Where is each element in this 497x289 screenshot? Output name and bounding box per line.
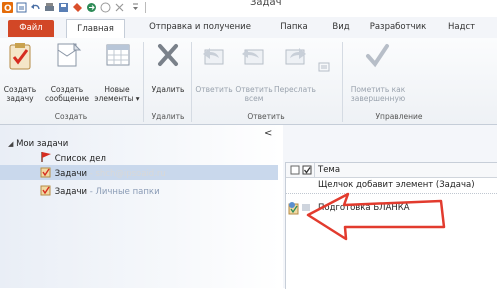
tab-home[interactable]: Главная bbox=[66, 19, 125, 39]
send-receive-icon[interactable] bbox=[16, 2, 27, 13]
more-icon bbox=[318, 62, 330, 72]
create-task-label-2: задачу bbox=[6, 94, 34, 103]
tab-file[interactable]: Файл bbox=[8, 20, 54, 37]
delete-x-icon bbox=[158, 44, 178, 66]
new-items-button[interactable]: Новые элементы ▾ bbox=[92, 42, 142, 112]
tab-view[interactable]: Вид bbox=[328, 17, 354, 37]
new-task-hint[interactable]: Щелчок добавит элемент (Задача) bbox=[318, 180, 475, 190]
mark-complete-label-1: Пометить как bbox=[350, 85, 406, 94]
reply-icon bbox=[203, 48, 224, 65]
nav-item-tasks-account-suffix: - shch@ipsoaid.ru bbox=[89, 169, 166, 179]
nav-item-todo-label: Список дел bbox=[54, 154, 106, 164]
window-title: Задач bbox=[250, 0, 282, 8]
new-items-icon bbox=[106, 44, 130, 66]
new-items-label-2: элементы ▾ bbox=[94, 94, 140, 103]
checkmark-icon bbox=[366, 44, 389, 68]
nav-item-tasks-account[interactable]: Задачи - shch@ipsoaid.ru bbox=[40, 166, 166, 180]
forward-button[interactable]: Переслать bbox=[274, 42, 316, 112]
nav-root-label: Мои задачи bbox=[16, 139, 69, 149]
customize-qat-icon[interactable] bbox=[130, 2, 141, 13]
group-separator bbox=[342, 42, 343, 122]
new-items-label-1: Новые bbox=[104, 85, 130, 94]
tab-send-receive[interactable]: Отправка и получение bbox=[140, 17, 260, 37]
group-label-create: Создать bbox=[54, 112, 88, 121]
print-icon[interactable] bbox=[44, 2, 55, 13]
reply-all-label-1: Ответить bbox=[235, 85, 273, 94]
reply-button[interactable]: Ответить bbox=[194, 42, 234, 112]
quick-access-toolbar: O Задач bbox=[0, 0, 497, 16]
create-message-label-1: Создать bbox=[50, 85, 84, 94]
forward-icon bbox=[285, 48, 306, 65]
task-folder-icon bbox=[40, 167, 51, 178]
flag-icon bbox=[41, 152, 51, 162]
task-item-icon bbox=[288, 202, 299, 215]
nav-item-tasks-account-label: Задачи bbox=[54, 169, 87, 179]
collapse-nav-button[interactable]: < bbox=[264, 128, 272, 139]
close-icon[interactable] bbox=[114, 2, 125, 13]
create-task-button[interactable]: Создать задачу bbox=[0, 42, 40, 112]
grid-header: Тема bbox=[286, 163, 497, 178]
mark-complete-label-2: завершенную bbox=[350, 94, 406, 103]
group-label-manage: Управление bbox=[375, 112, 423, 121]
nav-item-tasks-personal-suffix: - Личные папки bbox=[89, 187, 160, 197]
more-respond-button[interactable] bbox=[316, 42, 332, 102]
expand-triangle-icon: ◢ bbox=[8, 140, 14, 148]
svg-text:O: O bbox=[4, 4, 12, 13]
reply-all-label-2: всем bbox=[244, 94, 264, 103]
ribbon-tab-bar: Файл Главная Отправка и получение Папка … bbox=[0, 17, 497, 39]
nav-root-folder[interactable]: ◢ Мои задачи bbox=[8, 137, 68, 151]
create-message-button[interactable]: Создать сообщение bbox=[42, 42, 92, 112]
forward-label: Переслать bbox=[274, 85, 316, 94]
annotation-arrow bbox=[306, 192, 446, 241]
group-label-respond: Ответить bbox=[247, 112, 285, 121]
mark-complete-button[interactable]: Пометить как завершенную bbox=[348, 42, 408, 112]
column-divider bbox=[314, 163, 315, 177]
nav-item-tasks-personal[interactable]: Задачи - Личные папки bbox=[40, 184, 160, 198]
tab-folder[interactable]: Папка bbox=[274, 17, 314, 37]
reply-all-icon bbox=[242, 49, 264, 65]
message-icon bbox=[57, 42, 82, 67]
group-label-delete: Удалить bbox=[151, 112, 185, 121]
group-separator bbox=[191, 42, 192, 122]
item-type-column-icon[interactable] bbox=[290, 165, 300, 175]
ribbon: Создать задачу Создать сообщение Новые э… bbox=[0, 38, 497, 125]
outlook-app-icon[interactable]: O bbox=[2, 2, 13, 14]
nav-item-tasks-personal-label: Задачи bbox=[54, 187, 87, 197]
reply-all-button[interactable]: Ответить всем bbox=[234, 42, 274, 112]
complete-column-icon[interactable] bbox=[302, 165, 312, 175]
column-header-subject[interactable]: Тема bbox=[318, 165, 340, 175]
delete-label: Удалить bbox=[151, 85, 185, 94]
tab-addins[interactable]: Надст bbox=[448, 17, 497, 37]
create-task-label-1: Создать bbox=[3, 85, 37, 94]
categorize-icon[interactable] bbox=[72, 2, 83, 13]
create-message-label-2: сообщение bbox=[45, 94, 89, 103]
undo-icon[interactable] bbox=[30, 2, 41, 13]
tab-developer[interactable]: Разработчик bbox=[364, 17, 432, 37]
task-clipboard-icon bbox=[9, 43, 31, 70]
group-separator bbox=[143, 42, 144, 122]
save-icon[interactable] bbox=[58, 2, 69, 13]
circle-icon[interactable] bbox=[100, 2, 111, 13]
forward-circle-icon[interactable] bbox=[86, 2, 97, 13]
delete-button[interactable]: Удалить bbox=[148, 42, 188, 112]
reply-label: Ответить bbox=[195, 85, 233, 94]
qat-divider bbox=[145, 2, 146, 13]
task-folder-icon bbox=[40, 185, 51, 196]
nav-item-todo[interactable]: Список дел bbox=[40, 151, 106, 165]
